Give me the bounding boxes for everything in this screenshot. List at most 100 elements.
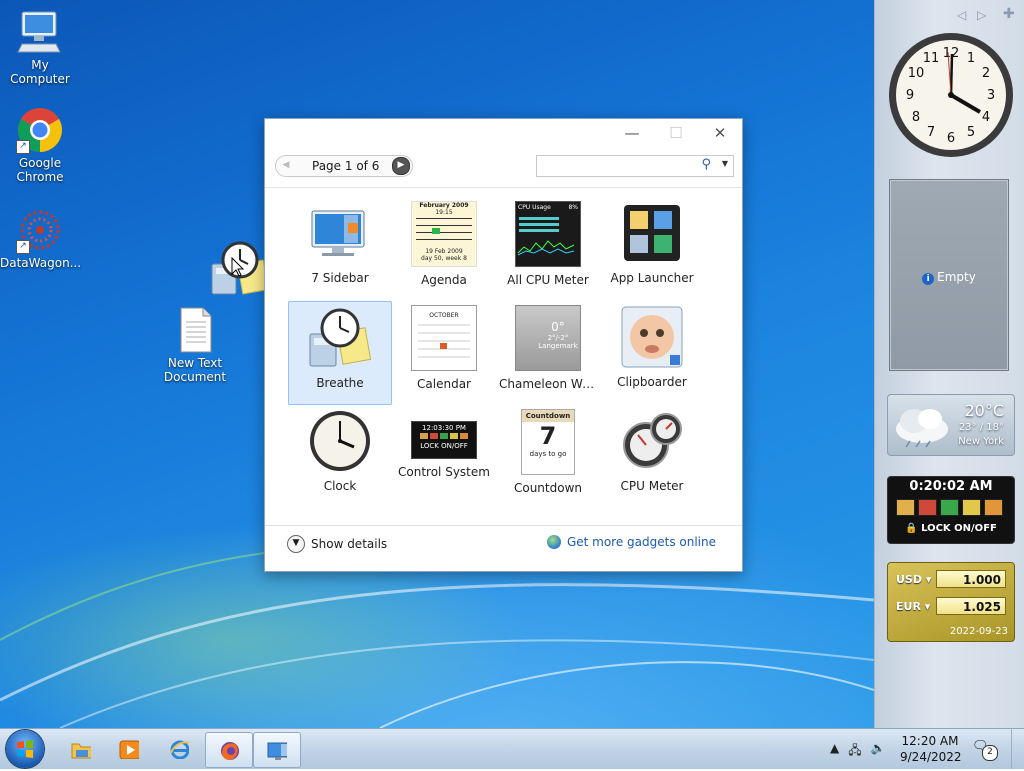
gadget-tile-control-system[interactable]: 12:03:30 PM LOCK ON/OFF Control System (393, 405, 495, 507)
info-icon: i (922, 273, 935, 285)
action-center-button[interactable]: 🗨 2 (972, 739, 998, 761)
clock-gadget[interactable]: 12 12 345 678 91011 (888, 32, 1014, 158)
empty-gadget-label: Empty (937, 270, 976, 284)
next-page-button[interactable]: ▶ (392, 157, 410, 175)
taskbar-media-player[interactable] (106, 732, 152, 766)
close-button[interactable]: ✕ (698, 119, 742, 149)
notification-count-badge: 2 (982, 745, 998, 761)
show-details-toggle[interactable]: ▼ Show details (287, 535, 387, 553)
gadget-search-input[interactable]: ⚲ ▼ (536, 155, 734, 177)
gadget-tile-calendar[interactable]: OCTOBER Calendar (393, 301, 495, 403)
currency-from-select[interactable]: USD ▾ (896, 573, 931, 586)
gadget-tile-app-launcher[interactable]: App Launcher (601, 197, 703, 299)
gadget-tile-label: Agenda (421, 273, 467, 287)
logoff-button[interactable] (896, 499, 915, 516)
network-icon[interactable]: 🖧 (848, 741, 861, 762)
desktop-icon-label: My Computer (10, 58, 70, 86)
calendar-month: OCTOBER (429, 312, 459, 319)
agenda-footer1: 19 Feb 2009 (425, 248, 463, 255)
sidebar-previous-icon[interactable]: ◁ (957, 8, 966, 22)
add-gadget-icon[interactable]: ✚ (1003, 6, 1015, 22)
desktop-icon-datawagon[interactable]: ↗ DataWagon... (0, 206, 81, 270)
gadget-tile-cpu-meter[interactable]: CPU Meter (601, 405, 703, 507)
windows-logo-icon (17, 740, 33, 758)
previous-page-button[interactable]: ◀ (278, 158, 294, 174)
calendar-gadget-icon: OCTOBER (411, 305, 477, 371)
lock-toggle[interactable]: 🔒 LOCK ON/OFF (888, 523, 1014, 534)
gadget-tile-label: Control System (398, 465, 490, 479)
taskbar-file-explorer[interactable] (58, 732, 104, 766)
taskbar-clock[interactable]: 12:20 AM 9/24/2022 (900, 733, 962, 765)
sidebar-next-icon[interactable]: ▷ (977, 8, 986, 22)
gadget-tile-label: Clock (323, 479, 357, 493)
svg-text:4: 4 (982, 110, 990, 125)
agenda-time: 19:15 (435, 209, 453, 216)
svg-text:2: 2 (982, 66, 990, 81)
firefox-icon (221, 742, 239, 760)
shortcut-arrow-icon: ↗ (16, 140, 30, 154)
shortcut-arrow-icon: ↗ (16, 240, 30, 254)
search-icon[interactable]: ⚲ (701, 157, 711, 172)
gadget-tile-label: All CPU Meter (507, 273, 589, 287)
gadget-tile-breathe[interactable]: Breathe (288, 301, 392, 405)
weather-gadget[interactable]: 20°C 23° / 18° New York (887, 394, 1015, 456)
gadget-tile-label: Chameleon We... (499, 377, 599, 391)
get-more-gadgets-label: Get more gadgets online (566, 535, 716, 549)
start-button[interactable] (6, 730, 44, 768)
desktop-gadgets-icon (267, 742, 287, 760)
gadget-tile-clock[interactable]: Clock (289, 405, 391, 507)
gadget-tile-chameleon-weather[interactable]: 0° 2°/-2° Langemark Chameleon We... (497, 301, 599, 403)
cloudy-weather-icon (896, 409, 948, 447)
dragged-breathe-gadget-icon[interactable] (210, 240, 272, 302)
currency-to-select[interactable]: EUR ▾ (896, 600, 930, 613)
shutdown-button[interactable] (918, 499, 937, 516)
gadget-tile-agenda[interactable]: February 2009 19:15 19 Feb 2009 day 50, … (393, 197, 495, 299)
taskbar-gadgets[interactable] (253, 732, 301, 768)
gadget-tile-all-cpu-meter[interactable]: CPU Usage 8% All CPU Meter (497, 197, 599, 299)
desktop-icon-new-text-document[interactable]: New Text Document (155, 306, 235, 384)
gadget-tile-label: 7 Sidebar (311, 271, 369, 285)
svg-text:1: 1 (967, 51, 975, 66)
search-dropdown-icon[interactable]: ▼ (722, 159, 728, 168)
taskbar-date: 9/24/2022 (900, 750, 962, 764)
taskbar-firefox[interactable] (205, 732, 253, 768)
chameleon-range: 2°/-2° (547, 334, 569, 342)
desktop-icon-my-computer[interactable]: My Computer (0, 8, 80, 86)
control-system-gadget[interactable]: 0:20:02 AM 🔒 LOCK ON/OFF (887, 476, 1015, 544)
countdown-sub: days to go (529, 450, 567, 458)
padlock-icon: 🔒 (905, 523, 918, 534)
agenda-gadget-icon: February 2009 19:15 19 Feb 2009 day 50, … (411, 201, 477, 267)
gadget-tile-7-sidebar[interactable]: 7 Sidebar (289, 197, 391, 299)
gadget-tile-label: Clipboarder (617, 375, 687, 389)
maximize-button[interactable]: ☐ (654, 119, 698, 149)
cpu-usage-percent: 8% (568, 204, 578, 211)
currency-to-value[interactable]: 1.025 (936, 597, 1006, 615)
taskbar-internet-explorer[interactable] (156, 732, 202, 766)
empty-gadget[interactable]: i Empty (889, 179, 1009, 371)
minimize-button[interactable]: — (610, 119, 654, 149)
show-hidden-icons-button[interactable]: ▲ (830, 741, 839, 762)
desktop-icon-google-chrome[interactable]: ↗ Google Chrome (0, 106, 80, 184)
countdown-value: 7 (539, 422, 557, 450)
restart-button[interactable] (940, 499, 959, 516)
get-more-gadgets-link[interactable]: Get more gadgets online (546, 535, 716, 549)
weather-city: New York (958, 436, 1004, 447)
chrome-icon: ↗ (16, 106, 64, 154)
svg-text:3: 3 (987, 88, 995, 103)
currency-gadget[interactable]: USD ▾ 1.000 EUR ▾ 1.025 2022-09-23 (887, 562, 1015, 642)
volume-icon[interactable]: 🔈 (871, 741, 886, 762)
lock-button[interactable] (962, 499, 981, 516)
gadget-tile-countdown[interactable]: Countdown 7 days to go Countdown (497, 405, 599, 507)
breathe-gadget-icon (308, 306, 372, 370)
svg-text:6: 6 (947, 131, 955, 146)
svg-text:5: 5 (967, 125, 975, 140)
computer-icon (16, 8, 64, 56)
sleep-button[interactable] (984, 499, 1003, 516)
chevron-down-icon: ▼ (287, 535, 305, 553)
chameleon-temp: 0° (551, 320, 565, 334)
cpu-usage-gadget-icon: CPU Usage 8% (515, 201, 581, 267)
show-desktop-button[interactable] (1011, 729, 1024, 769)
gadget-tile-clipboarder[interactable]: Clipboarder (601, 301, 703, 403)
currency-from-value[interactable]: 1.000 (936, 570, 1006, 588)
agenda-grid (416, 218, 472, 240)
